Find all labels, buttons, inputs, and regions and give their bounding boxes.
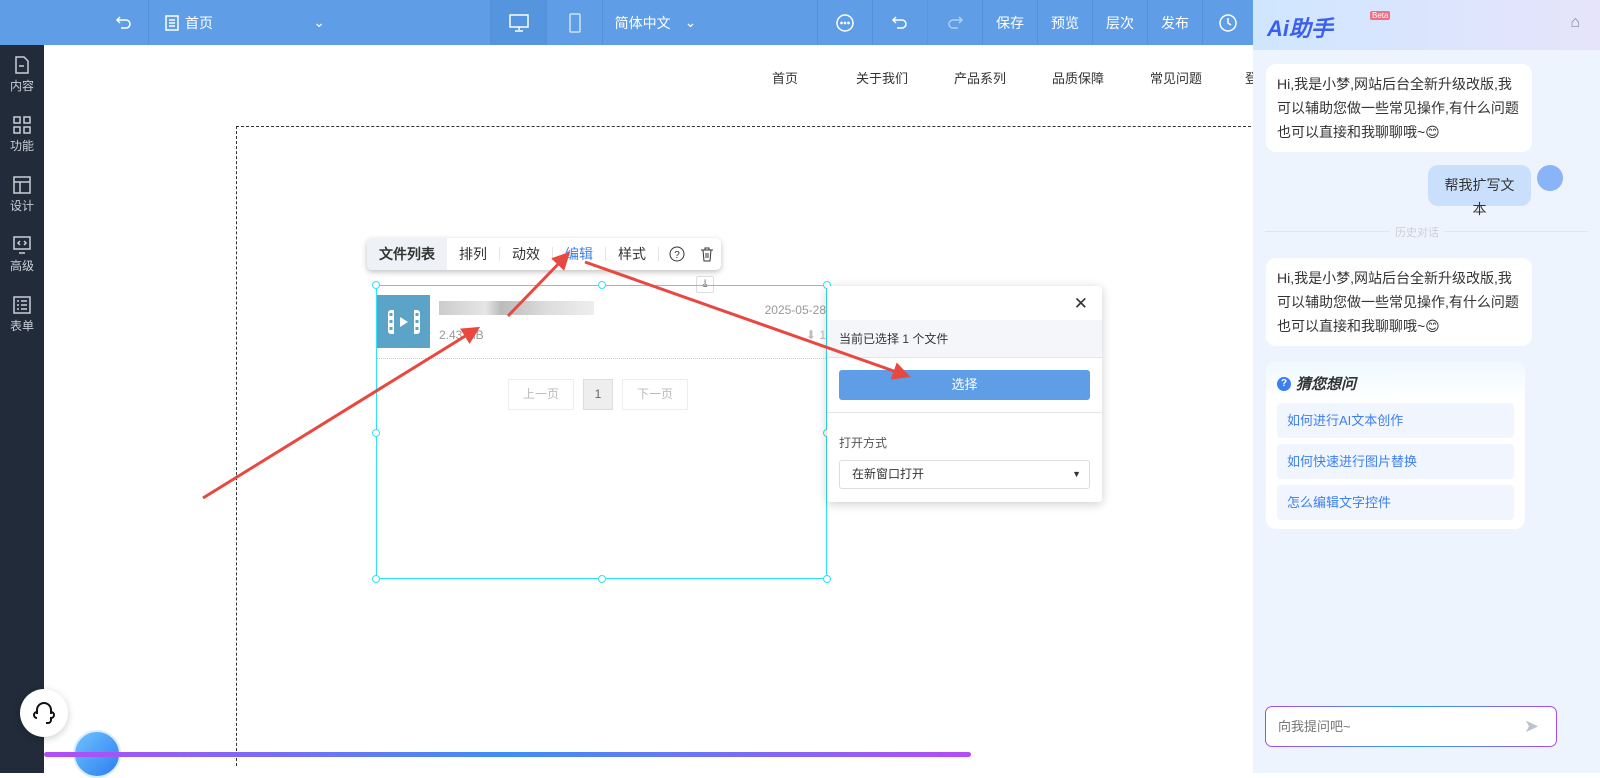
assistant-title: Ai助手 <box>1267 16 1334 41</box>
red-arrow <box>506 251 571 318</box>
annotation-arrows <box>202 251 911 500</box>
user-avatar <box>1537 165 1563 191</box>
history-divider-label: 历史对话 <box>1390 224 1444 240</box>
clear-icon[interactable]: ⌂ <box>1570 14 1580 32</box>
assistant-message: Hi,我是小梦,网站后台全新升级改版,我可以辅助您做一些常见操作,有什么问题也可… <box>1266 64 1532 152</box>
suggestions-title: 猜您想问 <box>1296 376 1357 393</box>
send-icon[interactable]: ➤ <box>1524 716 1539 737</box>
assistant-message: Hi,我是小梦,网站后台全新升级改版,我可以辅助您做一些常见操作,有什么问题也可… <box>1266 258 1532 346</box>
chat-input-wrapper: ➤ <box>1265 706 1557 747</box>
red-arrow <box>584 260 911 380</box>
beta-badge: Beta <box>1370 11 1391 20</box>
user-message: 帮我扩写文本 <box>1428 165 1531 217</box>
suggestion-item[interactable]: 怎么编辑文字控件 <box>1277 485 1514 520</box>
horizontal-scrollbar[interactable] <box>44 752 971 757</box>
suggestion-item[interactable]: 如何快速进行图片替换 <box>1277 444 1514 479</box>
chat-input[interactable] <box>1266 707 1556 746</box>
headset-icon <box>33 702 55 724</box>
question-icon: ? <box>1277 376 1291 391</box>
suggestion-item[interactable]: 如何进行AI文本创作 <box>1277 403 1514 438</box>
customer-service-button[interactable] <box>20 689 68 737</box>
suggestions-card: ? 猜您想问 如何进行AI文本创作 如何快速进行图片替换 怎么编辑文字控件 <box>1266 361 1525 529</box>
red-arrow <box>202 326 481 500</box>
